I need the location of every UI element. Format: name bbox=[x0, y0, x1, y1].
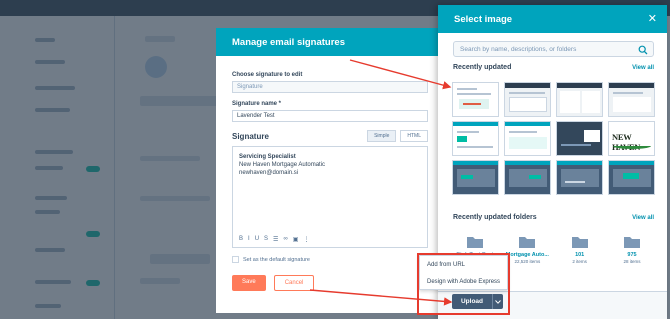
image-thumbnail[interactable] bbox=[608, 160, 655, 195]
save-button[interactable]: Save bbox=[232, 275, 266, 291]
view-all-folders-link[interactable]: View all bbox=[632, 215, 654, 221]
folder-icon bbox=[467, 237, 483, 248]
list-icon[interactable]: ☰ bbox=[273, 236, 278, 243]
image-thumbnail[interactable] bbox=[504, 160, 551, 195]
search-input[interactable] bbox=[460, 45, 640, 53]
cancel-button[interactable]: Cancel bbox=[273, 275, 315, 291]
folder-name: 101 bbox=[575, 252, 585, 258]
image-thumbnail[interactable] bbox=[452, 82, 499, 117]
underline-icon[interactable]: U bbox=[255, 236, 259, 243]
recent-images-header: Recently updated View all bbox=[453, 64, 654, 71]
view-all-images-link[interactable]: View all bbox=[632, 65, 654, 71]
recent-folders-title: Recently updated folders bbox=[453, 214, 537, 221]
folder-item[interactable]: 101 2 items bbox=[558, 235, 602, 264]
folder-name: Mortgage Auto... bbox=[505, 252, 549, 258]
image-thumbnail[interactable] bbox=[556, 160, 603, 195]
tab-html[interactable]: HTML bbox=[400, 130, 428, 142]
image-thumbnail[interactable] bbox=[504, 121, 551, 156]
image-icon[interactable]: ▣ bbox=[293, 236, 299, 243]
link-icon[interactable]: ∞ bbox=[283, 236, 287, 243]
bold-icon[interactable]: B bbox=[239, 236, 243, 243]
folder-count: 28 items bbox=[623, 259, 641, 264]
signature-line: Servicing Specialist bbox=[239, 154, 296, 160]
rich-text-toolbar: B I U S ☰ ∞ ▣ ⋮ bbox=[239, 236, 309, 243]
strikethrough-icon[interactable]: S bbox=[264, 236, 268, 243]
new-haven-logo-thumbnail[interactable]: NEW HAVEN bbox=[608, 121, 655, 156]
signature-editor[interactable]: Servicing Specialist New Haven Mortgage … bbox=[232, 146, 428, 248]
folder-item[interactable]: 975 28 items bbox=[610, 235, 654, 264]
folder-icon bbox=[571, 237, 588, 248]
signature-name-input[interactable]: Lavender Test bbox=[232, 110, 428, 122]
image-thumbnail[interactable] bbox=[504, 82, 551, 117]
modal-header: Manage email signatures bbox=[216, 28, 444, 56]
more-icon[interactable]: ⋮ bbox=[303, 236, 309, 243]
panel-header: Select image ✕ bbox=[438, 5, 667, 33]
default-checkbox[interactable] bbox=[232, 256, 239, 263]
folder-count: 22,520 items bbox=[514, 259, 541, 264]
manage-signatures-modal: Manage email signatures Choose signature… bbox=[216, 28, 444, 313]
signature-line: newhaven@domain.si bbox=[239, 170, 299, 176]
recent-folders-header: Recently updated folders View all bbox=[453, 214, 654, 221]
folder-icon bbox=[519, 237, 536, 248]
folder-icon bbox=[623, 237, 640, 248]
folder-name: 975 bbox=[627, 252, 637, 258]
recent-images-grid: NEW HAVEN bbox=[452, 82, 655, 195]
italic-icon[interactable]: I bbox=[248, 236, 250, 243]
tab-simple[interactable]: Simple bbox=[367, 130, 397, 142]
image-thumbnail[interactable] bbox=[556, 82, 603, 117]
choose-signature-select[interactable]: Signature bbox=[232, 81, 428, 93]
annotation-highlight-box bbox=[417, 253, 510, 315]
recent-images-title: Recently updated bbox=[453, 64, 512, 71]
default-checkbox-label: Set as the default signature bbox=[243, 256, 310, 263]
new-haven-logo-text: NEW HAVEN bbox=[612, 132, 641, 152]
folder-count: 2 items bbox=[572, 259, 587, 264]
signature-name-label: Signature name * bbox=[232, 101, 282, 107]
panel-title: Select image bbox=[454, 13, 513, 25]
close-icon[interactable]: ✕ bbox=[648, 13, 657, 25]
modal-title: Manage email signatures bbox=[232, 36, 345, 48]
choose-signature-label: Choose signature to edit bbox=[232, 72, 303, 78]
image-thumbnail[interactable] bbox=[556, 121, 603, 156]
image-thumbnail[interactable] bbox=[452, 160, 499, 195]
signature-line: New Haven Mortgage Automatic bbox=[239, 162, 326, 168]
image-thumbnail[interactable] bbox=[452, 121, 499, 156]
search-icon[interactable] bbox=[638, 45, 648, 55]
image-thumbnail[interactable] bbox=[608, 82, 655, 117]
folder-item[interactable]: Mortgage Auto... 22,520 items bbox=[505, 235, 549, 264]
signature-heading: Signature bbox=[232, 131, 269, 141]
image-search bbox=[453, 41, 654, 57]
